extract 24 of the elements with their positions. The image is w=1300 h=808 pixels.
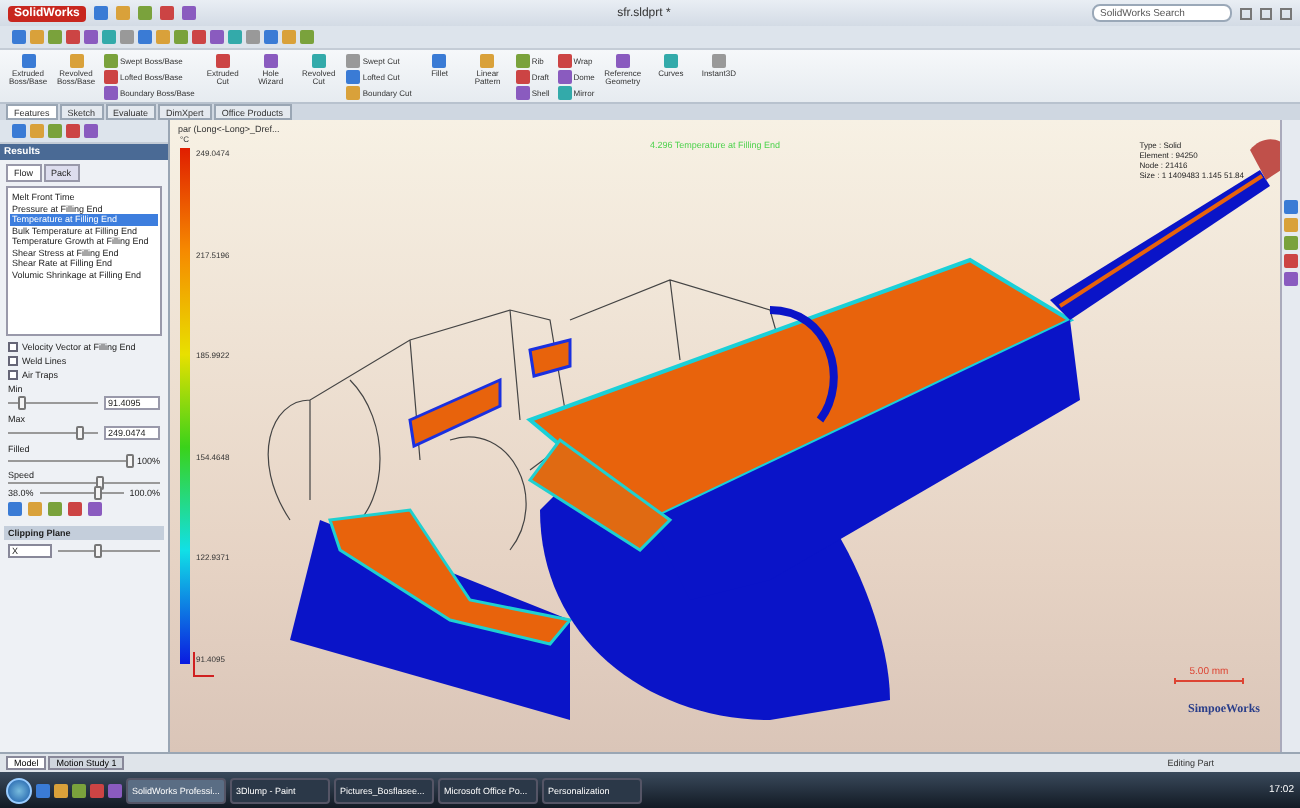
feature-icon xyxy=(432,54,447,68)
feature-icon xyxy=(69,54,83,68)
feature-icon xyxy=(663,54,678,68)
feature-icon xyxy=(711,54,726,68)
maximize-icon[interactable] xyxy=(1260,7,1272,19)
feature-icon xyxy=(311,54,326,68)
feature-icon xyxy=(215,54,230,68)
feature-icon xyxy=(263,54,278,68)
checkbox[interactable] xyxy=(8,370,18,380)
slider-thumb[interactable] xyxy=(94,544,103,558)
checkbox[interactable] xyxy=(8,356,18,366)
slider-thumb[interactable] xyxy=(94,486,103,500)
minimize-icon[interactable] xyxy=(1240,7,1252,19)
slider-thumb[interactable] xyxy=(76,426,84,440)
start-button[interactable] xyxy=(6,777,32,803)
slider-thumb[interactable] xyxy=(126,454,135,468)
slider-thumb[interactable] xyxy=(17,396,26,410)
feature-icon xyxy=(480,54,495,68)
results-list[interactable] xyxy=(6,186,162,336)
checkbox[interactable] xyxy=(8,342,18,352)
scale-bar xyxy=(1174,678,1244,684)
close-icon[interactable] xyxy=(1280,7,1292,19)
feature-icon xyxy=(615,54,630,68)
feature-icon xyxy=(21,54,35,68)
